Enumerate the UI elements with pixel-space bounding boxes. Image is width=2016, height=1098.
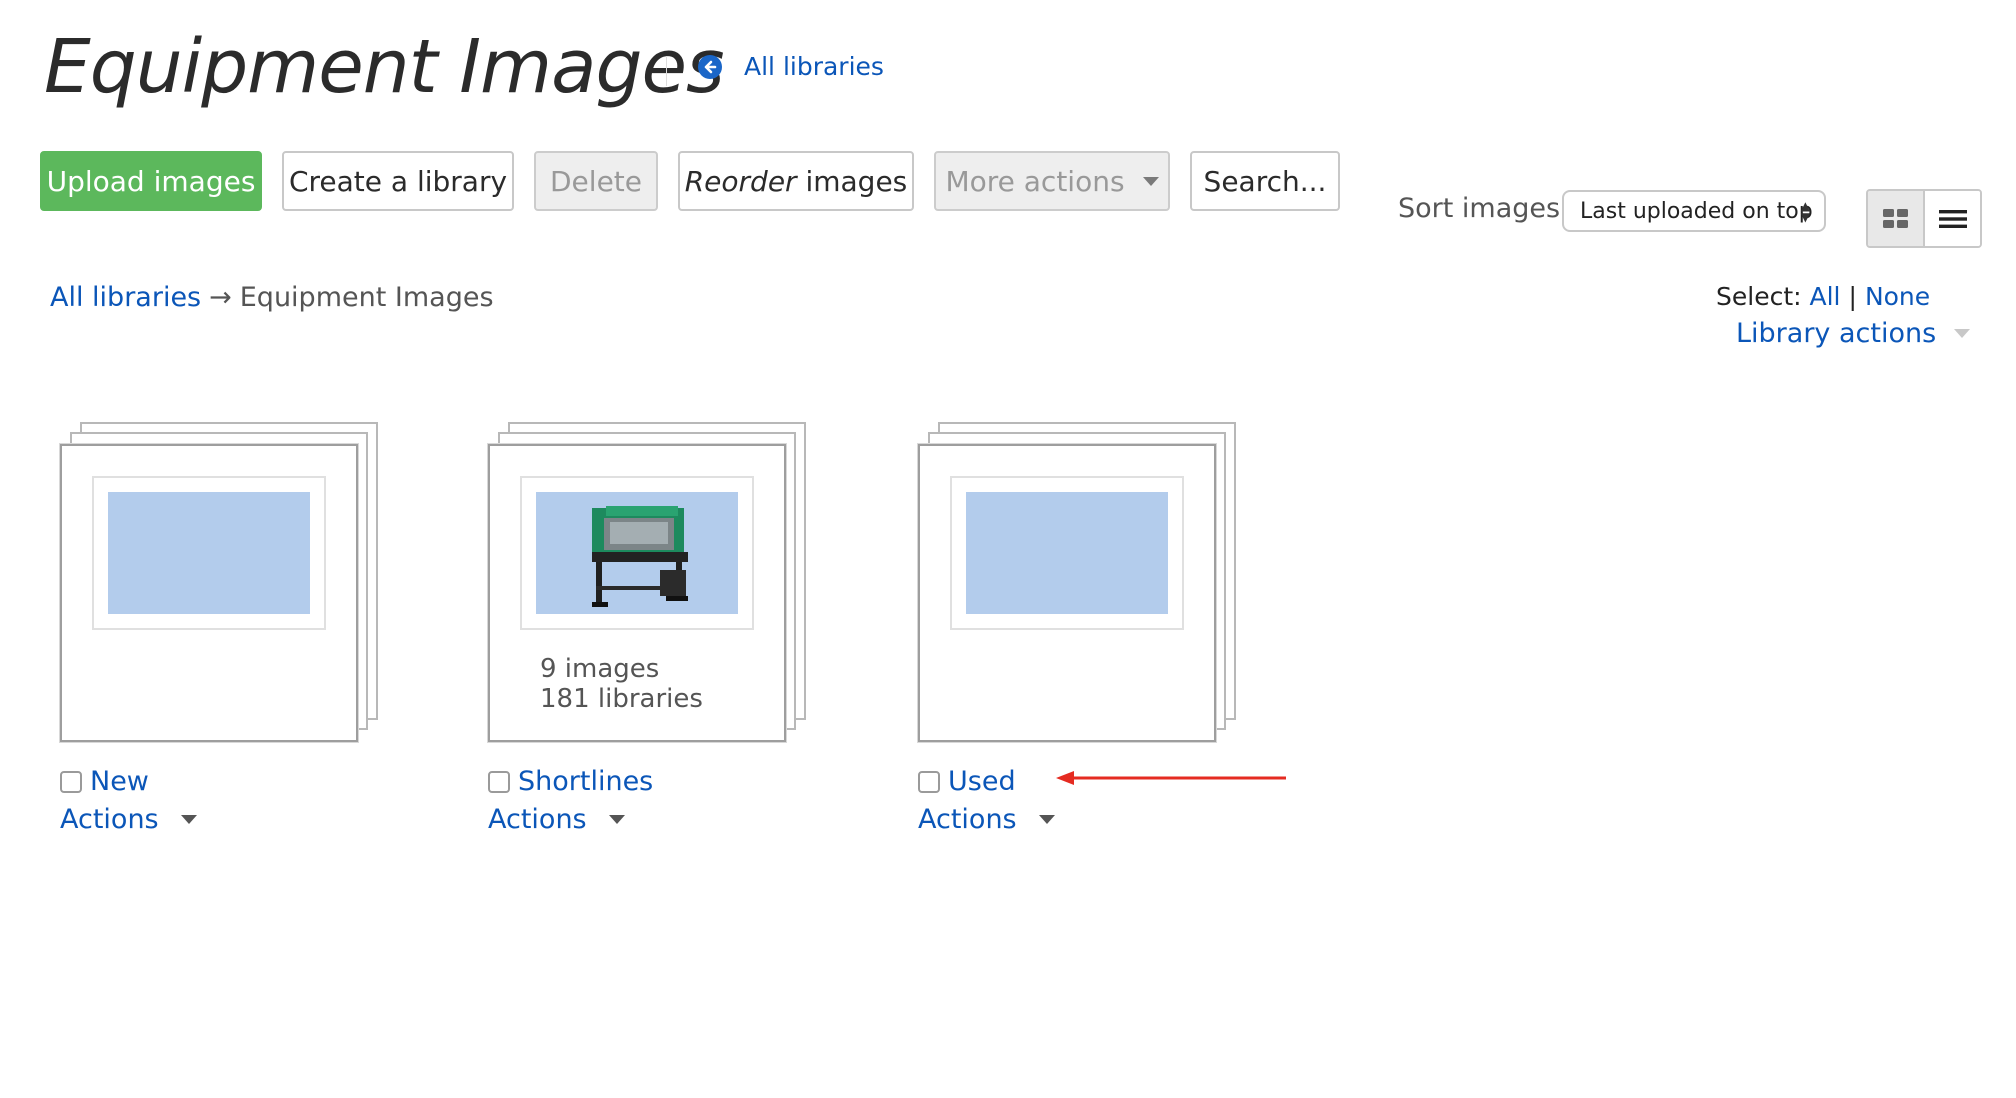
reorder-label-emphasis: Reorder xyxy=(684,164,797,198)
placeholder-image xyxy=(108,492,310,614)
library-actions-new[interactable]: Actions xyxy=(60,804,197,835)
sort-images-select[interactable]: Last uploaded on top ▲ ▼ xyxy=(1562,190,1826,232)
create-library-button[interactable]: Create a library xyxy=(282,151,514,211)
library-actions-label: Library actions xyxy=(1736,318,1937,349)
title-divider xyxy=(666,56,667,86)
reorder-label-rest: images xyxy=(796,164,908,198)
library-name-used[interactable]: Used xyxy=(948,766,1016,797)
library-checkbox-shortlines[interactable] xyxy=(488,770,510,793)
select-none-link[interactable]: None xyxy=(1865,282,1930,311)
library-card-new[interactable] xyxy=(60,422,382,746)
sort-images-label: Sort images xyxy=(1398,193,1561,224)
image-count: 9 images xyxy=(540,654,660,684)
library-checkbox-new[interactable] xyxy=(60,770,82,793)
upload-images-button[interactable]: Upload images xyxy=(40,151,262,211)
placeholder-image xyxy=(966,492,1168,614)
caret-down-icon xyxy=(1038,815,1055,824)
library-actions-shortlines[interactable]: Actions xyxy=(488,804,625,835)
breadcrumb: All libraries → Equipment Images xyxy=(50,282,494,313)
card-face xyxy=(918,444,1216,742)
library-count: 181 libraries xyxy=(540,684,703,714)
back-to-all-libraries-link[interactable]: All libraries xyxy=(698,52,884,81)
delete-button[interactable]: Delete xyxy=(534,151,658,211)
more-actions-label: More actions xyxy=(945,164,1125,198)
caret-down-icon xyxy=(1954,329,1971,338)
grid-icon xyxy=(1882,208,1908,228)
select-divider: | xyxy=(1848,282,1857,311)
actions-label: Actions xyxy=(918,804,1017,835)
select-controls: Select: All | None xyxy=(1716,282,1930,311)
annotation-arrow-icon xyxy=(1056,771,1286,785)
arrow-left-circle-icon xyxy=(698,54,722,79)
sort-selected-value: Last uploaded on top xyxy=(1580,198,1813,224)
library-checkbox-used[interactable] xyxy=(918,770,940,793)
breadcrumb-current: Equipment Images xyxy=(239,282,494,313)
thumbnail-frame xyxy=(92,476,326,630)
search-button[interactable]: Search... xyxy=(1190,151,1340,211)
breadcrumb-arrow: → xyxy=(209,282,232,313)
card-face xyxy=(60,444,358,742)
library-actions-dropdown[interactable]: Library actions xyxy=(1736,318,1971,349)
caret-down-icon xyxy=(608,815,625,824)
caret-down-icon xyxy=(180,815,197,824)
thumbnail-frame xyxy=(520,476,754,630)
grid-view-button[interactable] xyxy=(1868,191,1925,246)
equipment-thumbnail-image xyxy=(536,492,738,614)
reorder-images-button[interactable]: Reorder images xyxy=(678,151,914,211)
library-card-shortlines[interactable]: 9 images 181 libraries xyxy=(488,422,810,746)
page-title: Equipment Images xyxy=(44,24,725,110)
actions-label: Actions xyxy=(488,804,587,835)
machine-image xyxy=(592,506,688,607)
list-view-button[interactable] xyxy=(1925,191,1980,246)
library-actions-used[interactable]: Actions xyxy=(918,804,1055,835)
select-updown-icon: ▲ ▼ xyxy=(1800,199,1810,224)
list-icon xyxy=(1938,209,1967,228)
select-all-link[interactable]: All xyxy=(1810,282,1841,311)
thumbnail-frame xyxy=(950,476,1184,630)
select-label: Select: xyxy=(1716,282,1802,311)
library-label-shortlines: Shortlines xyxy=(488,766,653,797)
library-card-used[interactable] xyxy=(918,422,1240,746)
breadcrumb-all-libraries[interactable]: All libraries xyxy=(50,282,201,313)
actions-label: Actions xyxy=(60,804,159,835)
card-face: 9 images 181 libraries xyxy=(488,444,786,742)
library-stats: 9 images 181 libraries xyxy=(540,654,703,714)
back-link-label[interactable]: All libraries xyxy=(744,52,884,81)
library-label-used: Used xyxy=(918,766,1016,797)
view-toggle xyxy=(1866,189,1982,248)
library-label-new: New xyxy=(60,766,149,797)
library-name-new[interactable]: New xyxy=(90,766,149,797)
library-name-shortlines[interactable]: Shortlines xyxy=(518,766,653,797)
caret-down-icon xyxy=(1142,176,1159,186)
more-actions-button[interactable]: More actions xyxy=(934,151,1170,211)
